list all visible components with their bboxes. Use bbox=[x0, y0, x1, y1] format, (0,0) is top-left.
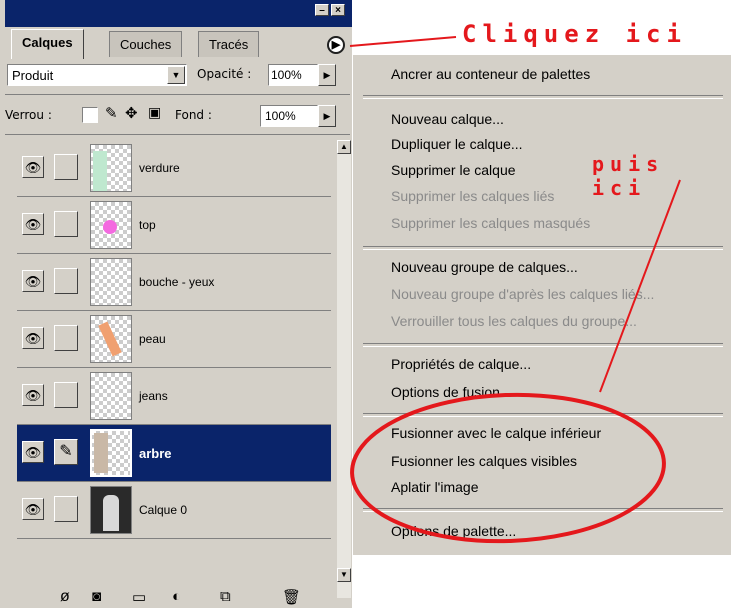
annotation-click-here: Cliquez ici bbox=[462, 20, 687, 48]
annotation-circle bbox=[350, 392, 666, 544]
annotation-overlay bbox=[349, 36, 681, 544]
annotation-pointer-line bbox=[599, 179, 681, 393]
annotation-pointer-line bbox=[349, 36, 457, 47]
annotation-then-here: puis ici bbox=[592, 152, 665, 200]
